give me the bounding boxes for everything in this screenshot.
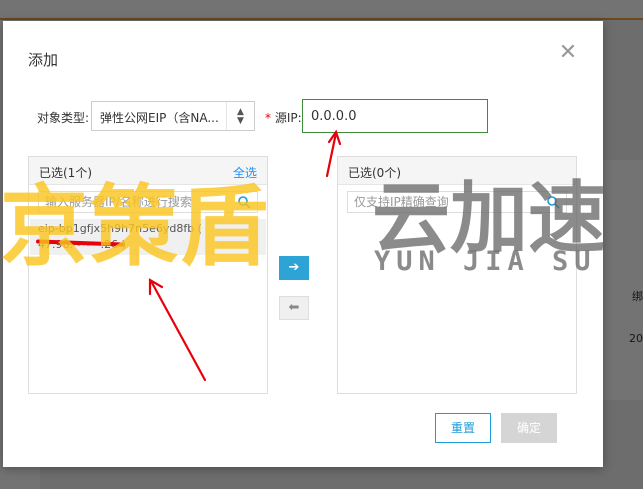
watermark-brand: 京策盾 xyxy=(0,175,271,278)
reset-button[interactable]: 重置 xyxy=(435,413,491,443)
source-ip-label-text: 源IP: xyxy=(274,111,302,125)
object-type-select[interactable]: 弹性公网EIP（含NA... ▲ ▼ xyxy=(91,101,255,131)
source-ip-input[interactable] xyxy=(302,99,488,133)
object-type-value: 弹性公网EIP（含NA... xyxy=(100,111,219,125)
confirm-button[interactable]: 确定 xyxy=(501,413,557,443)
source-ip-label: * 源IP: xyxy=(265,109,302,126)
dialog-title: 添加 xyxy=(28,51,59,69)
sort-arrows-icon: ▲ ▼ xyxy=(226,102,254,130)
close-icon[interactable]: ✕ xyxy=(558,42,578,64)
object-type-label: 对象类型: xyxy=(37,111,90,125)
move-right-button[interactable]: ➔ xyxy=(279,256,309,280)
required-mark: * xyxy=(265,111,271,125)
move-left-button[interactable]: ⬅ xyxy=(279,296,309,320)
watermark-subtitle: YUN JIA SU xyxy=(374,246,597,277)
